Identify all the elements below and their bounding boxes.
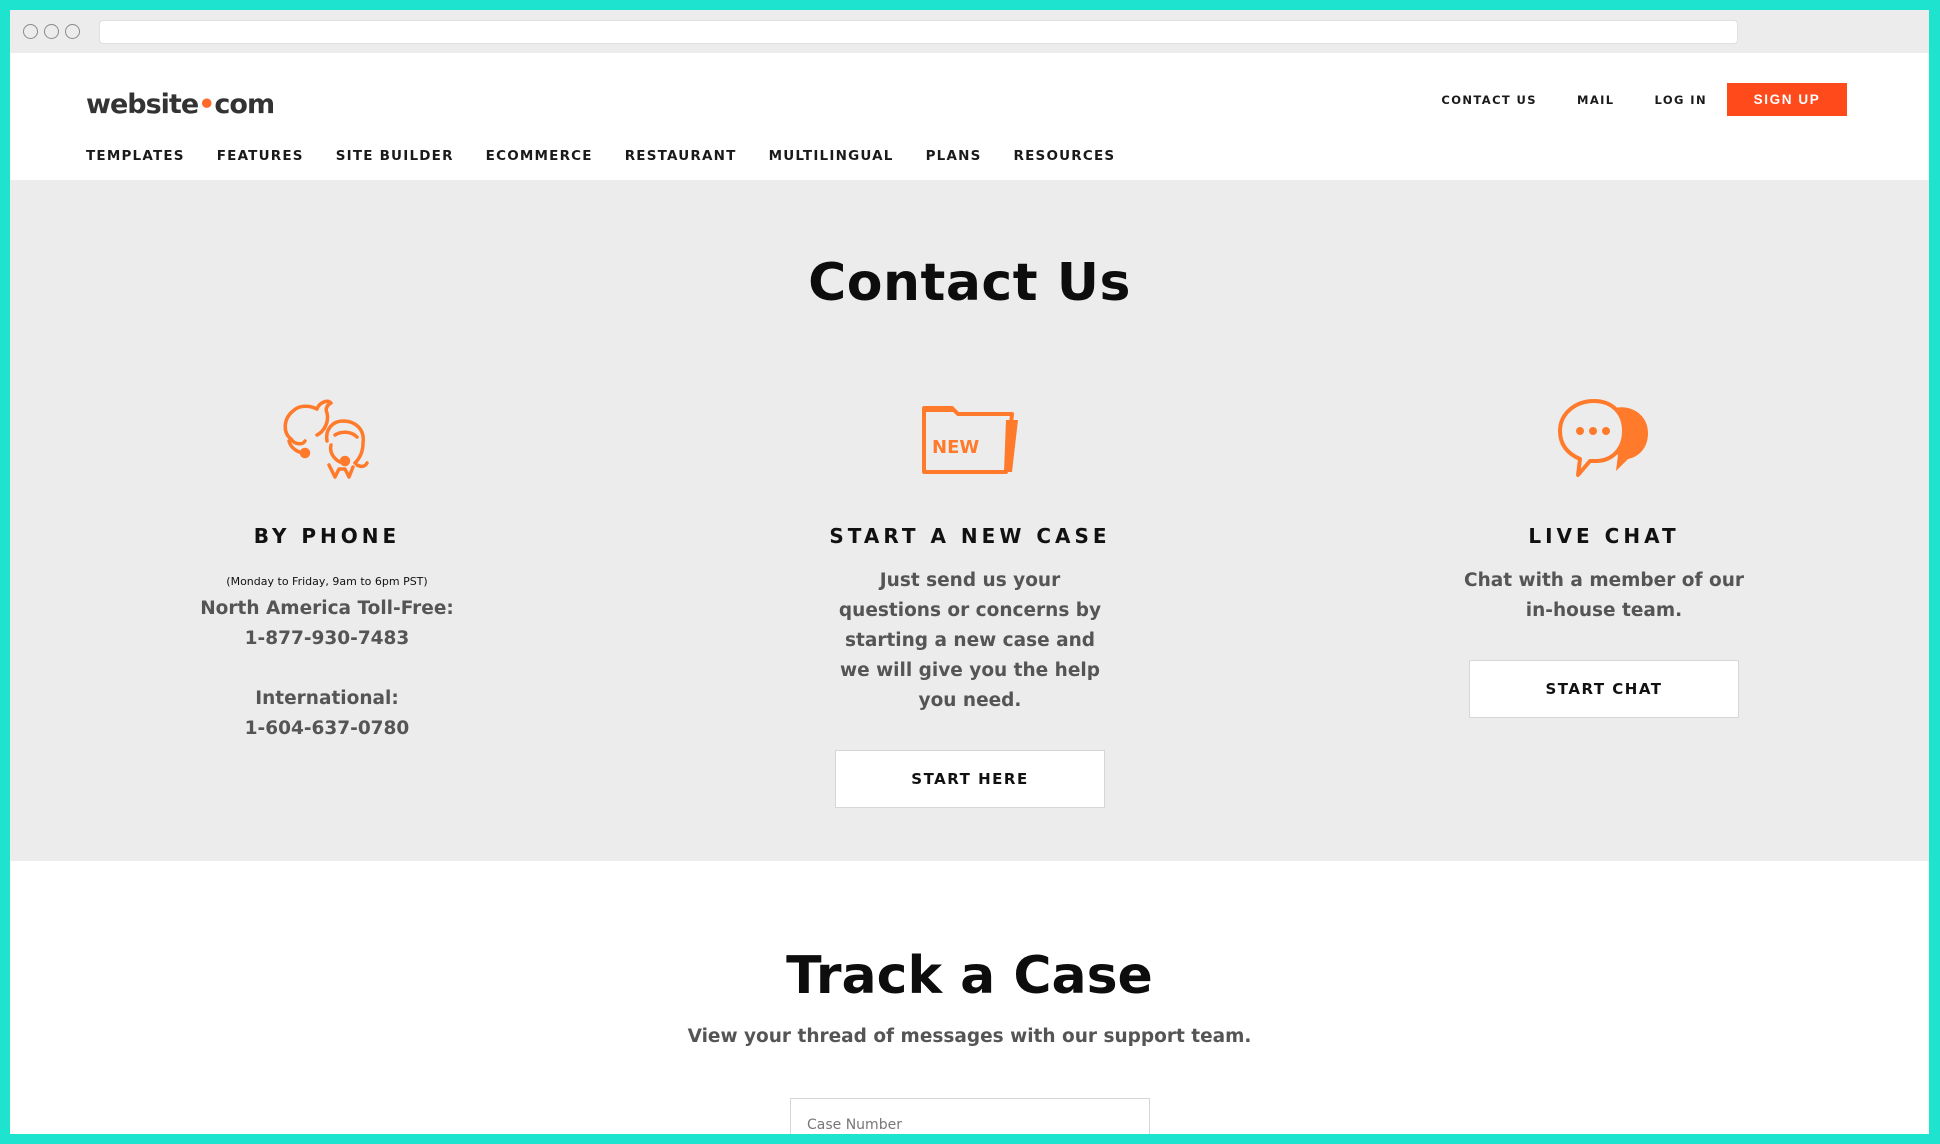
track-case-section: Track a Case View your thread of message… — [10, 861, 1929, 1134]
live-chat-description: Chat with a member of our in-house team. — [1464, 570, 1744, 621]
site-header: website•com CONTACT US MAIL LOG IN SIGN … — [10, 53, 1929, 180]
logo-text-website: website — [86, 89, 199, 120]
international-label: International: — [255, 688, 399, 709]
nav-features[interactable]: FEATURES — [217, 148, 304, 164]
logo-text-com: com — [214, 89, 275, 120]
contact-us-link[interactable]: CONTACT US — [1441, 93, 1537, 107]
na-toll-free-number[interactable]: 1-877-930-7483 — [117, 624, 537, 654]
window-minimize-dot[interactable] — [44, 24, 59, 39]
nav-templates[interactable]: TEMPLATES — [86, 148, 185, 164]
nav-restaurant[interactable]: RESTAURANT — [625, 148, 737, 164]
na-toll-free-label: North America Toll-Free: — [200, 598, 454, 619]
log-in-link[interactable]: LOG IN — [1655, 93, 1707, 107]
track-case-subtitle: View your thread of messages with our su… — [687, 1026, 1252, 1047]
start-here-button[interactable]: START HERE — [835, 750, 1105, 808]
window-controls — [23, 24, 80, 39]
new-folder-icon-text: NEW — [932, 437, 979, 458]
case-number-input[interactable]: Case Number — [790, 1098, 1150, 1134]
nav-plans[interactable]: PLANS — [926, 148, 982, 164]
top-utility-nav: CONTACT US MAIL LOG IN SIGN UP — [1401, 83, 1847, 116]
nav-site-builder[interactable]: SITE BUILDER — [336, 148, 454, 164]
new-folder-icon: NEW — [760, 392, 1180, 484]
logo-dot: • — [198, 89, 215, 120]
live-chat-heading: LIVE CHAT — [1528, 524, 1680, 548]
sign-up-button[interactable]: SIGN UP — [1727, 83, 1847, 116]
nav-multilingual[interactable]: MULTILINGUAL — [769, 148, 894, 164]
window-close-dot[interactable] — [23, 24, 38, 39]
start-chat-button[interactable]: START CHAT — [1469, 660, 1739, 718]
phone-hours: (Monday to Friday, 9am to 6pm PST) — [226, 575, 428, 588]
track-case-title: Track a Case — [786, 946, 1153, 1006]
by-phone-heading: BY PHONE — [253, 524, 401, 548]
mail-link[interactable]: MAIL — [1577, 93, 1615, 107]
main-nav: TEMPLATES FEATURES SITE BUILDER ECOMMERC… — [86, 148, 1147, 164]
by-phone-column: BY PHONE (Monday to Friday, 9am to 6pm P… — [117, 392, 537, 744]
contact-section: Contact Us BY PHONE (Monday to Friday, 9… — [10, 180, 1929, 861]
case-number-placeholder: Case Number — [807, 1117, 902, 1133]
nav-resources[interactable]: RESOURCES — [1014, 148, 1116, 164]
new-case-description: Just send us your questions or concerns … — [838, 570, 1102, 711]
support-agents-icon — [117, 392, 537, 484]
contact-title: Contact Us — [808, 253, 1131, 313]
international-number[interactable]: 1-604-637-0780 — [117, 714, 537, 744]
new-case-heading: START A NEW CASE — [829, 524, 1111, 548]
browser-chrome — [10, 10, 1929, 53]
window-maximize-dot[interactable] — [65, 24, 80, 39]
live-chat-column: LIVE CHAT Chat with a member of our in-h… — [1394, 392, 1814, 718]
address-bar[interactable] — [99, 20, 1738, 44]
nav-ecommerce[interactable]: ECOMMERCE — [486, 148, 593, 164]
browser-window: website•com CONTACT US MAIL LOG IN SIGN … — [10, 10, 1929, 1134]
site-logo[interactable]: website•com — [86, 89, 275, 120]
new-case-column: NEW START A NEW CASE Just send us your q… — [760, 392, 1180, 808]
chat-bubbles-icon — [1394, 392, 1814, 484]
